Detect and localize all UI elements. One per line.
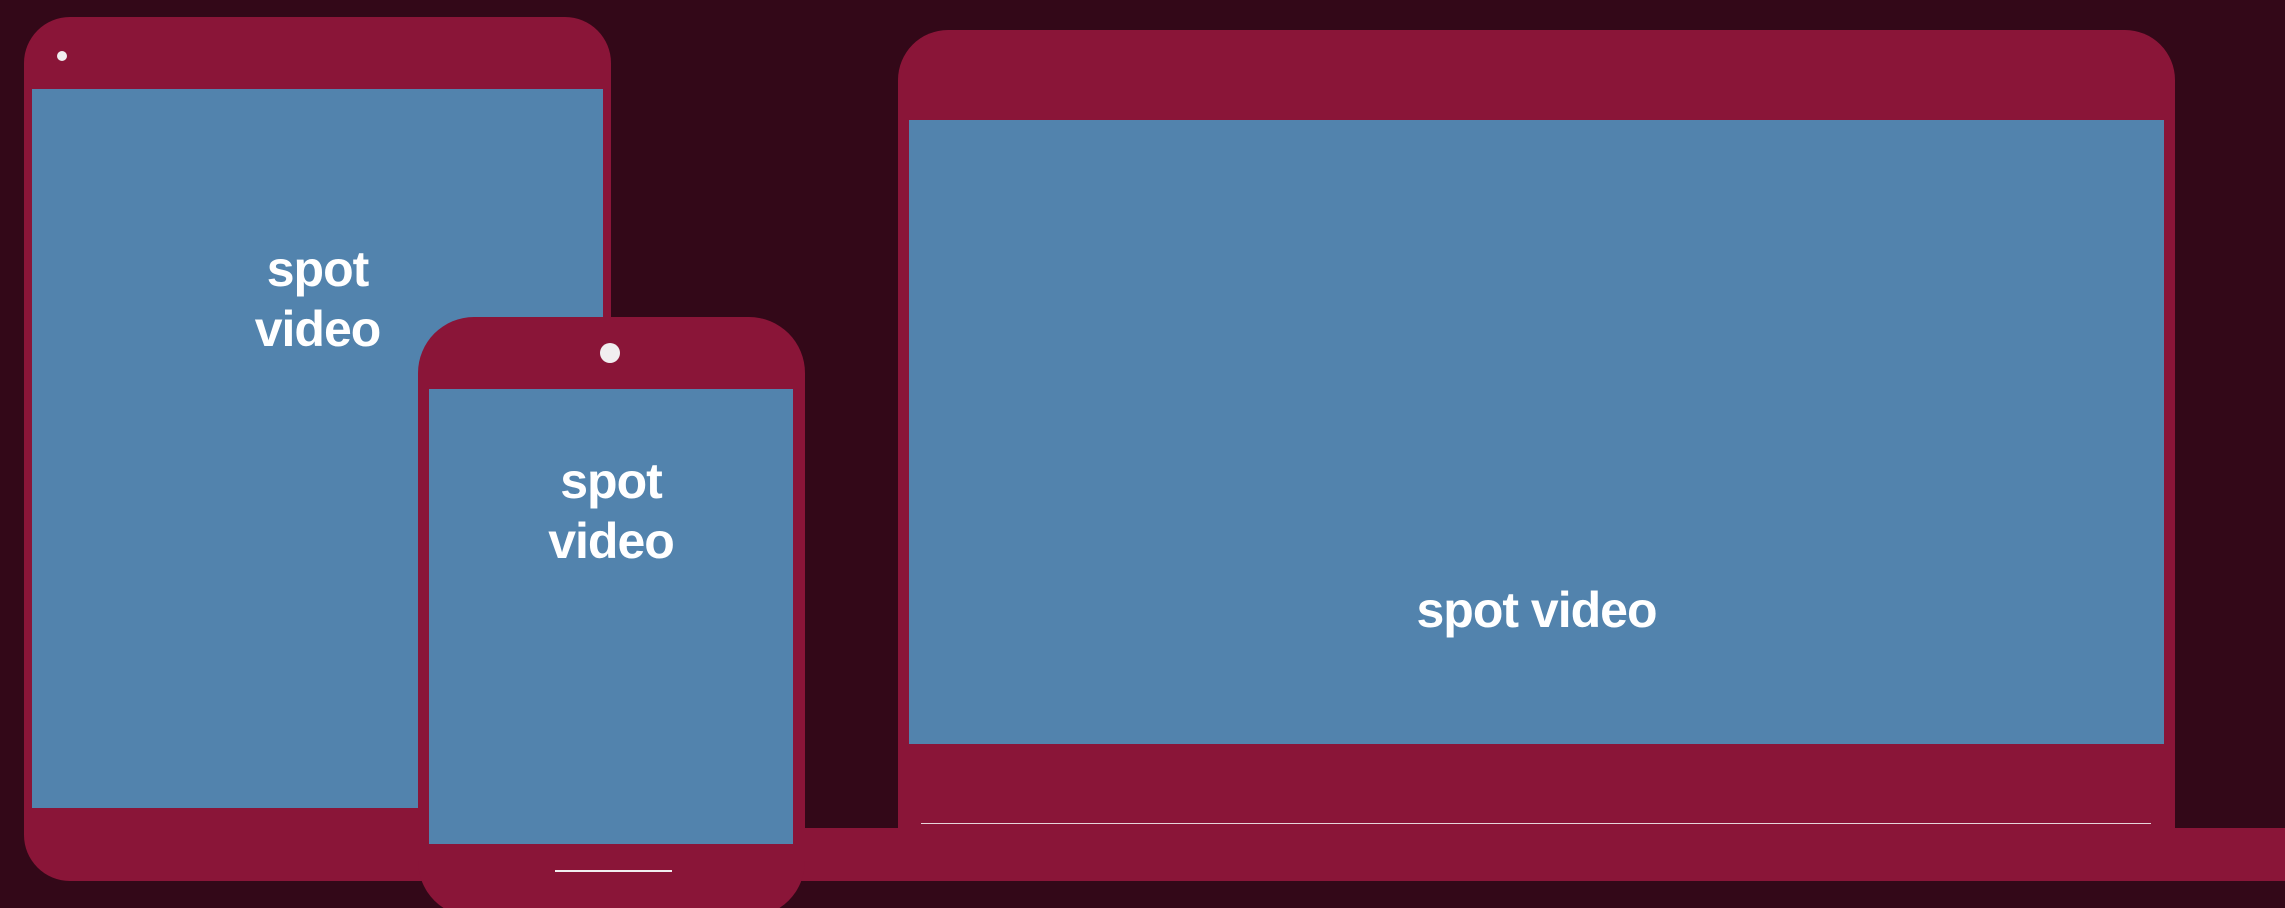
phone-home-indicator (555, 870, 672, 872)
phone-screen: spot video (429, 389, 793, 844)
phone-screen-label: spot video (548, 453, 675, 569)
laptop-screen: spot video (909, 120, 2164, 744)
tablet-screen-label: spot video (254, 241, 382, 357)
devices-mockup: spot video spot video spot video (0, 0, 2285, 908)
laptop-device: spot video (898, 30, 2175, 881)
laptop-screen-label: spot video (1416, 582, 1657, 638)
phone-camera-icon (600, 343, 620, 363)
laptop-hinge-line (921, 823, 2151, 824)
tablet-camera-icon (57, 51, 67, 61)
phone-device: spot video (418, 317, 805, 908)
